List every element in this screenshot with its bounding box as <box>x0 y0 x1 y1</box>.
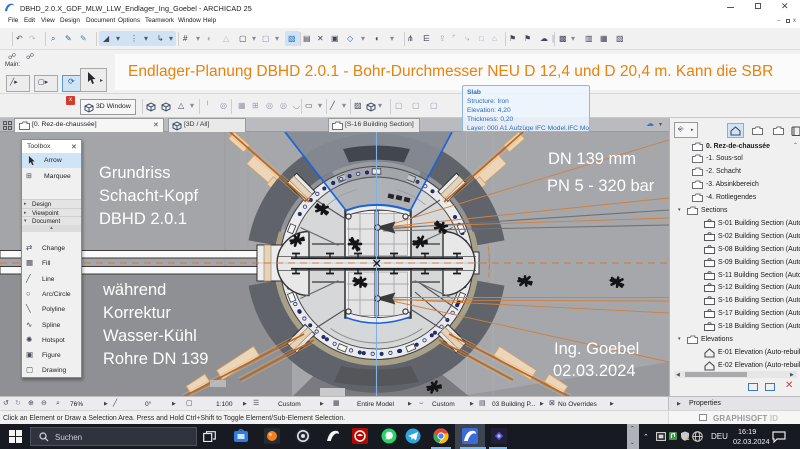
svg-text:DBHD 2.0.1: DBHD 2.0.1 <box>99 210 187 228</box>
svg-text:Korrektur: Korrektur <box>103 304 171 322</box>
svg-text:Rohre DN 139: Rohre DN 139 <box>103 350 208 368</box>
svg-text:Grundriss: Grundriss <box>99 164 171 182</box>
svg-text:Ing. Goebel: Ing. Goebel <box>554 340 639 358</box>
svg-text:DN 139 mm: DN 139 mm <box>548 150 636 168</box>
svg-text:02.03.2024: 02.03.2024 <box>553 362 636 380</box>
svg-text:Schacht-Kopf: Schacht-Kopf <box>99 187 198 205</box>
svg-text:während: während <box>102 281 166 299</box>
svg-text:Wasser-Kühl: Wasser-Kühl <box>103 327 197 345</box>
svg-text:PN 5 - 320 bar: PN 5 - 320 bar <box>547 177 655 195</box>
